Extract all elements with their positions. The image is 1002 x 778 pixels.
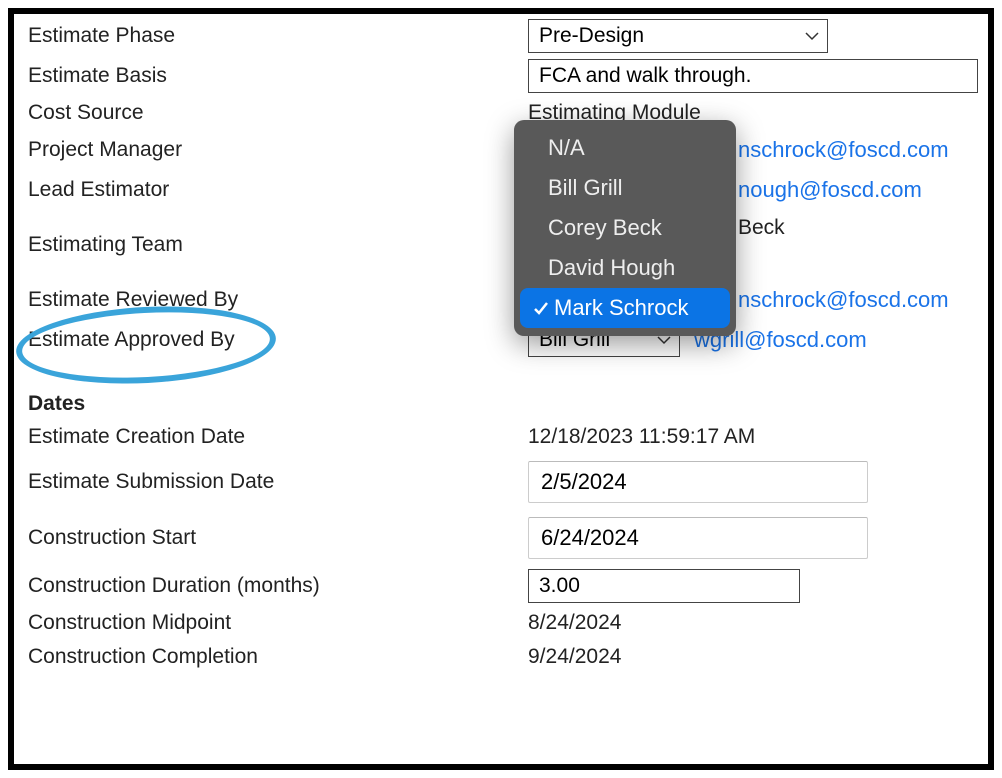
dropdown-item-label: Mark Schrock: [554, 295, 688, 321]
dropdown-item[interactable]: David Hough: [514, 248, 736, 288]
check-icon: [528, 300, 554, 316]
construction-midpoint-value: 8/24/2024: [528, 611, 621, 635]
reviewed-by-dropdown-menu[interactable]: N/A Bill Grill Corey Beck David Hough Mark S…: [514, 120, 736, 336]
lead-estimator-email-link[interactable]: nough@foscd.com: [738, 177, 922, 203]
dates-heading: Dates: [28, 392, 528, 416]
estimate-phase-select-value: Pre-Design: [539, 24, 644, 48]
estimate-submission-date-value: 2/5/2024: [541, 469, 627, 495]
dropdown-item[interactable]: Corey Beck: [514, 208, 736, 248]
project-manager-label: Project Manager: [28, 138, 528, 162]
estimate-basis-input[interactable]: [528, 59, 978, 93]
cost-source-label: Cost Source: [28, 101, 528, 125]
construction-start-input[interactable]: 6/24/2024: [528, 517, 868, 559]
construction-completion-value: 9/24/2024: [528, 645, 621, 669]
lead-estimator-label: Lead Estimator: [28, 178, 528, 202]
dropdown-item-label: David Hough: [548, 255, 675, 281]
estimate-phase-select[interactable]: Pre-Design: [528, 19, 828, 53]
dropdown-item-label: Bill Grill: [548, 175, 623, 201]
construction-start-value: 6/24/2024: [541, 525, 639, 551]
construction-midpoint-label: Construction Midpoint: [28, 611, 528, 635]
construction-completion-label: Construction Completion: [28, 645, 528, 669]
chevron-down-icon: [805, 29, 819, 43]
estimate-submission-date-label: Estimate Submission Date: [28, 470, 528, 494]
estimating-team-label: Estimating Team: [28, 233, 528, 257]
estimate-creation-date-value: 12/18/2023 11:59:17 AM: [528, 425, 755, 449]
construction-duration-label: Construction Duration (months): [28, 574, 528, 598]
project-manager-email-link[interactable]: nschrock@foscd.com: [738, 137, 949, 163]
dropdown-item[interactable]: Mark Schrock: [520, 288, 730, 328]
dropdown-item-label: N/A: [548, 135, 585, 161]
estimate-phase-label: Estimate Phase: [28, 24, 528, 48]
dropdown-item[interactable]: N/A: [514, 128, 736, 168]
estimate-creation-date-label: Estimate Creation Date: [28, 425, 528, 449]
dropdown-item-label: Corey Beck: [548, 215, 662, 241]
construction-duration-input[interactable]: [528, 569, 800, 603]
estimate-basis-label: Estimate Basis: [28, 64, 528, 88]
estimate-reviewed-by-label: Estimate Reviewed By: [28, 288, 528, 312]
dropdown-item[interactable]: Bill Grill: [514, 168, 736, 208]
reviewed-by-email-link[interactable]: nschrock@foscd.com: [738, 287, 949, 313]
construction-start-label: Construction Start: [28, 526, 528, 550]
estimate-approved-by-label: Estimate Approved By: [28, 328, 528, 352]
estimate-submission-date-input[interactable]: 2/5/2024: [528, 461, 868, 503]
estimating-team-value: Beck: [738, 216, 785, 240]
